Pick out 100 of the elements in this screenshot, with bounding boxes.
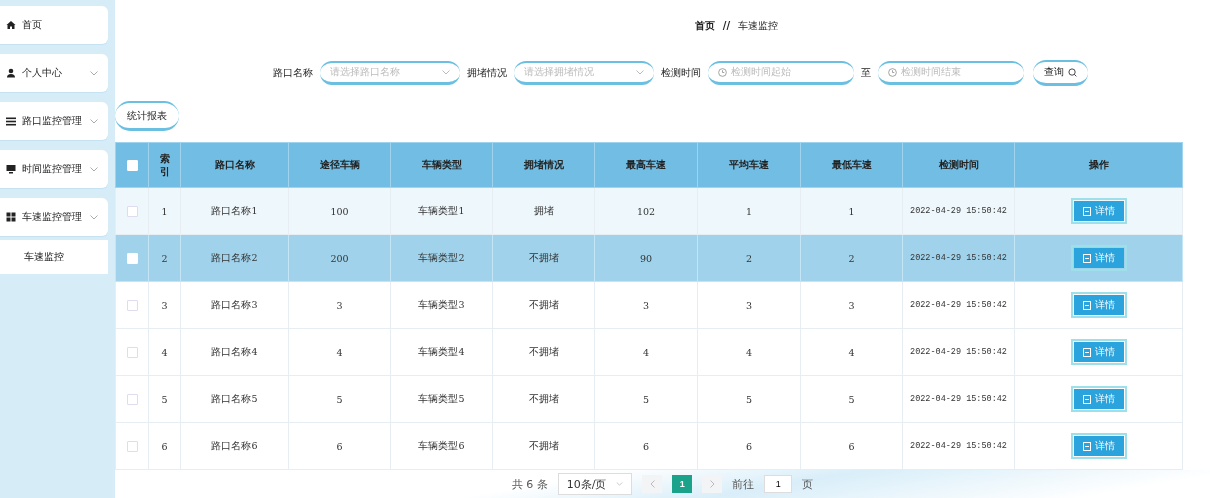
previous-page-button[interactable] [642, 475, 663, 494]
table-cell: 6 [594, 422, 698, 470]
table-cell: 2022-04-29 15:50:42 [902, 328, 1015, 376]
table-cell: 4 [594, 328, 698, 376]
column-header: 拥堵情况 [492, 142, 595, 188]
filter-label: 路口名称 [273, 65, 313, 80]
table-cell: 6 [288, 422, 391, 470]
table-cell: 不拥堵 [492, 234, 595, 282]
grid-icon [6, 212, 16, 222]
clock-icon [718, 67, 727, 77]
row-checkbox[interactable] [126, 394, 138, 406]
table-cell: 1 [800, 187, 903, 235]
table-cell: 路口名称2 [180, 234, 289, 282]
row-checkbox[interactable] [126, 441, 138, 453]
row-checkbox[interactable] [126, 300, 138, 312]
table-cell: 路口名称1 [180, 187, 289, 235]
table-cell: 4 [288, 328, 391, 376]
table-cell: 2022-04-29 15:50:42 [902, 234, 1015, 282]
table-row[interactable]: 6 路口名称6 6 车辆类型6 不拥堵 6 6 6 2022-04-29 15:50:42 详情 [115, 422, 1183, 470]
table-cell: 2022-04-29 15:50:42 [902, 375, 1015, 423]
breadcrumb-home[interactable]: 首页 [694, 18, 715, 33]
table-cell: 6 [148, 422, 181, 470]
search-button[interactable]: 查询 [1033, 59, 1088, 86]
filter-label: 检测时间 [661, 65, 701, 80]
table-cell: 2022-04-29 15:50:42 [902, 187, 1015, 235]
table-cell: 2022-04-29 15:50:42 [902, 281, 1015, 329]
column-header: 检测时间 [902, 142, 1015, 188]
sidebar-item[interactable]: 个人中心 [0, 54, 108, 92]
table-cell: 3 [800, 281, 903, 329]
table-cell: 5 [800, 375, 903, 423]
table-cell: 路口名称4 [180, 328, 289, 376]
table-cell: 拥堵 [492, 187, 595, 235]
sidebar-item-label: 首页 [22, 18, 43, 32]
chevron-down-icon [442, 69, 450, 75]
chevron-down-icon [616, 482, 624, 487]
table-cell: 4 [800, 328, 903, 376]
table-row[interactable]: 4 路口名称4 4 车辆类型4 不拥堵 4 4 4 2022-04-29 15:50:42 详情 [115, 328, 1183, 376]
row-checkbox[interactable] [126, 206, 138, 218]
chevron-left-icon [649, 480, 655, 489]
column-header: 索引 [148, 142, 181, 188]
sidebar-item-label: 路口监控管理 [22, 114, 83, 128]
table-cell: 200 [288, 234, 391, 282]
table-cell: 102 [594, 187, 698, 235]
document-icon [1082, 347, 1091, 357]
table-cell: 路口名称3 [180, 281, 289, 329]
sidebar-item[interactable]: 车速监控管理 [0, 198, 108, 236]
document-icon [1082, 394, 1091, 404]
table-cell: 2022-04-29 15:50:42 [902, 422, 1015, 470]
page-size-select[interactable]: 10条/页 [557, 473, 633, 496]
document-icon [1082, 206, 1091, 216]
table-cell: 4 [148, 328, 181, 376]
total-count: 共 6 条 [511, 476, 548, 492]
clock-icon [888, 67, 897, 77]
filter-label: 拥堵情况 [467, 65, 507, 80]
table-row[interactable]: 1 路口名称1 100 车辆类型1 拥堵 102 1 1 2022-04-29 15:50:42 详情 [115, 187, 1183, 235]
goto-label: 前往 [732, 476, 755, 492]
column-header: 平均车速 [697, 142, 801, 188]
column-header: 最低车速 [800, 142, 903, 188]
sidebar-item[interactable]: 首页 [0, 6, 108, 44]
chevron-down-icon [636, 69, 644, 75]
table-cell: 5 [697, 375, 801, 423]
table-row[interactable]: 3 路口名称3 3 车辆类型3 不拥堵 3 3 3 2022-04-29 15:50:42 详情 [115, 281, 1183, 329]
home-icon [6, 20, 16, 30]
table-cell: 90 [594, 234, 698, 282]
table-cell: 2 [697, 234, 801, 282]
list-icon [6, 116, 16, 126]
page-suffix: 页 [802, 476, 814, 492]
table-cell: 3 [288, 281, 391, 329]
table-cell: 3 [148, 281, 181, 329]
sidebar-item[interactable]: 时间监控管理 [0, 150, 108, 188]
select-all-checkbox[interactable] [126, 160, 138, 172]
breadcrumb-separator: // [722, 20, 731, 32]
table-cell: 4 [697, 328, 801, 376]
table-cell: 车辆类型6 [390, 422, 493, 470]
submenu-item[interactable]: 车速监控 [0, 240, 108, 274]
search-icon [1068, 67, 1077, 77]
next-page-button[interactable] [702, 475, 723, 494]
table-cell: 2 [148, 234, 181, 282]
goto-page-input[interactable]: 1 [764, 475, 793, 494]
table-row[interactable]: 5 路口名称5 5 车辆类型5 不拥堵 5 5 5 2022-04-29 15:50:42 详情 [115, 375, 1183, 423]
table-cell: 车辆类型4 [390, 328, 493, 376]
sidebar-item[interactable]: 路口监控管理 [0, 102, 108, 140]
document-icon [1082, 300, 1091, 310]
table-cell: 车辆类型3 [390, 281, 493, 329]
table-cell: 车辆类型2 [390, 234, 493, 282]
sidebar-item-label: 车速监控管理 [22, 210, 83, 224]
breadcrumb-current: 车速监控 [738, 18, 779, 33]
table-cell: 5 [148, 375, 181, 423]
table-cell: 不拥堵 [492, 375, 595, 423]
table-cell: 5 [288, 375, 391, 423]
document-icon [1082, 441, 1091, 451]
table-cell: 不拥堵 [492, 422, 595, 470]
row-checkbox[interactable] [126, 347, 138, 359]
filter-label: 至 [861, 65, 871, 80]
report-button[interactable]: 统计报表 [115, 101, 179, 132]
column-header: 车辆类型 [390, 142, 493, 188]
sidebar-item-label: 个人中心 [22, 66, 63, 80]
user-icon [6, 68, 16, 78]
table-cell: 100 [288, 187, 391, 235]
monitor-icon [6, 164, 16, 174]
